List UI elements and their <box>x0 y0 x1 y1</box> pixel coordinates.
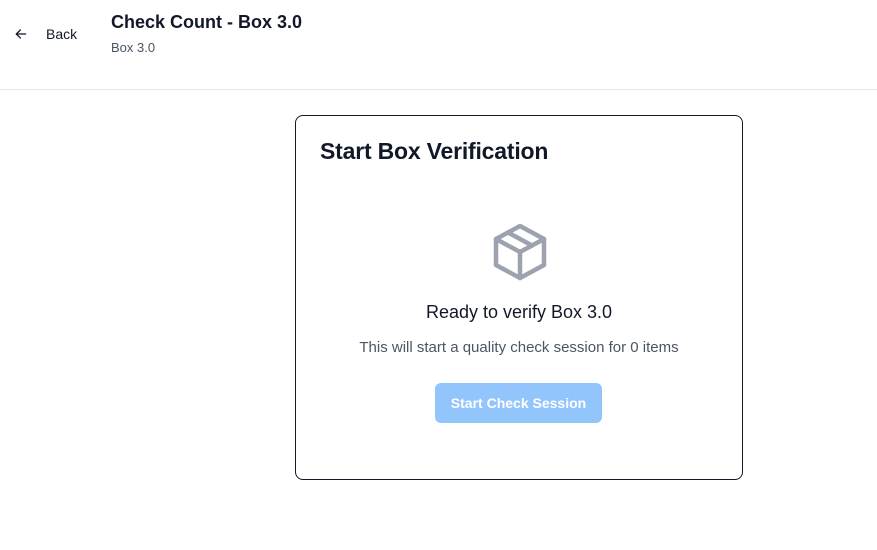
page-title: Check Count - Box 3.0 <box>111 12 303 32</box>
page-subtitle: Box 3.0 <box>111 40 156 55</box>
session-description: This will start a quality check session … <box>359 339 679 356</box>
verification-card: Start Box Verification Ready to verify B… <box>295 115 743 480</box>
package-icon <box>491 222 549 282</box>
card-title: Start Box Verification <box>320 138 549 164</box>
arrow-left-icon <box>14 27 28 41</box>
back-button[interactable]: Back <box>14 24 77 44</box>
page-header: Back Check Count - Box 3.0 Box 3.0 <box>0 0 877 90</box>
start-check-session-button[interactable]: Start Check Session <box>435 383 602 423</box>
ready-heading: Ready to verify Box 3.0 <box>425 302 613 322</box>
back-label: Back <box>46 26 78 42</box>
